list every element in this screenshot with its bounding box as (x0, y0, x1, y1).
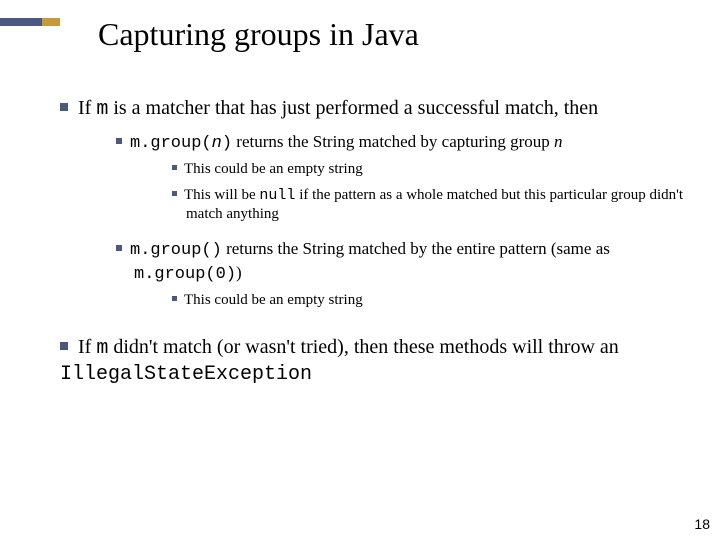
text: didn't match (or wasn't tried), then the… (108, 336, 618, 358)
page-title: Capturing groups in Java (98, 16, 419, 53)
code-italic-n: n (212, 134, 222, 153)
bullet-level0: If m is a matcher that has just performe… (60, 96, 690, 311)
text: This could be an empty string (184, 161, 363, 177)
code: ) (222, 134, 232, 153)
text: is a matcher that has just performed a s… (108, 97, 598, 119)
code: m.group( (130, 134, 212, 153)
bullet-level2: This could be an empty string (172, 160, 690, 179)
title-bar-blue (0, 18, 42, 26)
square-bullet-icon (116, 245, 122, 251)
text: This could be an empty string (184, 292, 363, 308)
body-content: If m is a matcher that has just performe… (60, 96, 690, 398)
square-bullet-icon (172, 165, 177, 170)
text: If (78, 336, 96, 358)
square-bullet-icon (60, 103, 68, 111)
code-m: m (96, 98, 108, 121)
bullet-level0: If m didn't match (or wasn't tried), the… (60, 335, 690, 388)
square-bullet-icon (60, 342, 68, 350)
text: This will be (184, 187, 259, 203)
code-exception: IllegalStateException (60, 363, 312, 386)
text: ) (236, 263, 242, 282)
bullet-level1: m.group() returns the String matched by … (116, 238, 690, 286)
code: m.group(0) (134, 265, 236, 284)
text: returns the String matched by the entire… (222, 239, 610, 258)
page-number: 18 (694, 516, 710, 532)
title-bar-gold (42, 18, 60, 26)
code-m: m (96, 337, 108, 360)
italic-n: n (554, 132, 563, 151)
bullet-level1: m.group(n) returns the String matched by… (116, 131, 690, 155)
bullet-level2: This will be null if the pattern as a wh… (172, 186, 690, 224)
square-bullet-icon (116, 138, 122, 144)
text: If (78, 97, 96, 119)
text: returns the String matched by capturing … (232, 132, 554, 151)
code: m.group() (130, 241, 222, 260)
code-null: null (259, 187, 295, 204)
square-bullet-icon (172, 296, 177, 301)
bullet-level2: This could be an empty string (172, 291, 690, 310)
square-bullet-icon (172, 191, 177, 196)
